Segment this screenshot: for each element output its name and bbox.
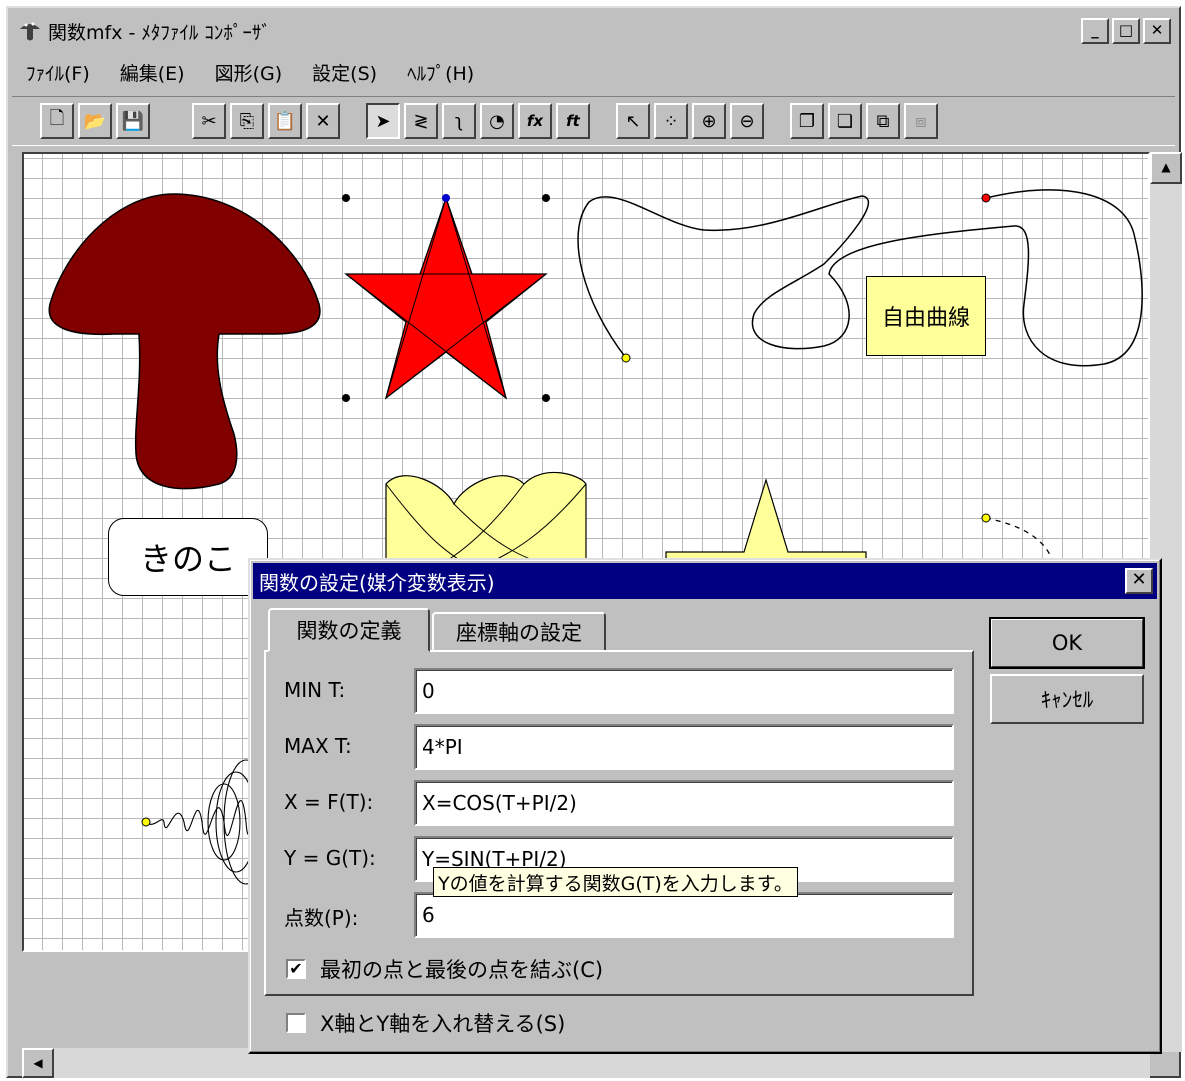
cancel-button[interactable]: ｷｬﾝｾﾙ bbox=[990, 674, 1144, 724]
open-icon: 📂 bbox=[83, 110, 107, 132]
free-curve-label-box[interactable]: 自由曲線 bbox=[866, 276, 986, 356]
star-shape[interactable] bbox=[344, 195, 548, 400]
swap-axes-checkbox[interactable]: X軸とY軸を入れ替える(S) bbox=[286, 1008, 565, 1038]
add-point-icon: ⊕ bbox=[701, 110, 717, 132]
paste-button[interactable]: 📋 bbox=[268, 103, 302, 139]
new-button[interactable]: 🗋 bbox=[40, 103, 74, 139]
function-ft-icon: ft bbox=[566, 112, 580, 130]
min-t-label: MIN T: bbox=[284, 678, 346, 702]
swap-axes-label: X軸とY軸を入れ替える(S) bbox=[320, 1012, 566, 1036]
ungroup-button: ⧈ bbox=[904, 103, 938, 139]
left-arrow-icon: ◀ bbox=[33, 1056, 43, 1070]
x-function-label: X = F(T): bbox=[284, 790, 374, 814]
move-point-icon: ↖ bbox=[625, 110, 641, 132]
scroll-up-button[interactable]: ▲ bbox=[1150, 152, 1182, 184]
function-settings-dialog: 関数の設定(媒介変数表示) ✕ 関数の定義 座標軸の設定 MIN T: MAX … bbox=[248, 558, 1162, 1054]
save-button[interactable]: 💾 bbox=[116, 103, 150, 139]
paste-icon: 📋 bbox=[273, 110, 297, 132]
cut-icon: ✂ bbox=[201, 110, 217, 132]
function-fx-icon: fx bbox=[526, 112, 544, 130]
bring-front-icon: ❐ bbox=[798, 110, 816, 132]
scroll-left-button[interactable]: ◀ bbox=[22, 1048, 54, 1078]
remove-point-button[interactable]: ⊖ bbox=[730, 103, 764, 139]
minimize-button[interactable]: _ bbox=[1081, 18, 1109, 44]
bring-front-button[interactable]: ❐ bbox=[790, 103, 824, 139]
group-icon: ⧉ bbox=[876, 110, 890, 132]
polyline-tool-button[interactable]: ≷ bbox=[404, 103, 438, 139]
new-icon: 🗋 bbox=[49, 108, 65, 129]
curve-icon: ʅ bbox=[454, 110, 464, 132]
menu-settings[interactable]: 設定(S) bbox=[312, 59, 377, 86]
save-icon: 💾 bbox=[121, 110, 145, 132]
dashed-curve-point[interactable] bbox=[981, 513, 991, 523]
dialog-title-bar[interactable]: 関数の設定(媒介変数表示) ✕ bbox=[253, 563, 1157, 599]
ungroup-icon: ⧈ bbox=[915, 110, 927, 132]
max-t-label: MAX T: bbox=[284, 734, 352, 758]
select-arrow-icon: ➤ bbox=[375, 110, 391, 132]
mushroom-shape[interactable] bbox=[48, 193, 321, 490]
connect-points-checkbox[interactable]: ✔ 最初の点と最後の点を結ぶ(C) bbox=[286, 954, 603, 984]
polyline-icon: ≷ bbox=[413, 110, 429, 132]
dialog-title: 関数の設定(媒介変数表示) bbox=[259, 570, 495, 595]
send-back-icon: ❏ bbox=[836, 110, 854, 132]
up-arrow-icon: ▲ bbox=[1161, 160, 1171, 174]
function-definition-panel: MIN T: MAX T: X = F(T): Y = G(T): 点数(P):… bbox=[264, 650, 974, 996]
group-button[interactable]: ⧉ bbox=[866, 103, 900, 139]
curve-tool-button[interactable]: ʅ bbox=[442, 103, 476, 139]
x-function-input[interactable] bbox=[414, 780, 954, 826]
send-back-button[interactable]: ❏ bbox=[828, 103, 862, 139]
tab-function-definition[interactable]: 関数の定義 bbox=[268, 608, 430, 652]
free-curve-shape[interactable] bbox=[577, 189, 1143, 367]
tab-axis-settings[interactable]: 座標軸の設定 bbox=[432, 612, 606, 652]
delete-icon: ✕ bbox=[315, 110, 331, 132]
y-function-label: Y = G(T): bbox=[284, 846, 376, 870]
select-points-icon: ⁘ bbox=[663, 110, 679, 132]
maximize-button[interactable]: □ bbox=[1112, 18, 1140, 44]
select-points-button[interactable]: ⁘ bbox=[654, 103, 688, 139]
cut-button[interactable]: ✂ bbox=[192, 103, 226, 139]
free-curve-start-point[interactable] bbox=[621, 353, 631, 363]
open-button[interactable]: 📂 bbox=[78, 103, 112, 139]
select-tool-button[interactable]: ➤ bbox=[366, 103, 400, 139]
delete-button[interactable]: ✕ bbox=[306, 103, 340, 139]
function-ft-button[interactable]: ft bbox=[556, 103, 590, 139]
app-mushroom-icon bbox=[20, 22, 40, 41]
menu-help[interactable]: ﾍﾙﾌﾟ(H) bbox=[407, 59, 474, 86]
dialog-close-button[interactable]: ✕ bbox=[1125, 568, 1153, 594]
title-bar[interactable]: 関数mfx - ﾒﾀﾌｧｲﾙ ｺﾝﾎﾟｰｻﾞ _ □ ✕ bbox=[12, 12, 1175, 50]
free-curve-end-point[interactable] bbox=[981, 193, 991, 203]
menu-bar: ﾌｧｲﾙ(F) 編集(E) 図形(G) 設定(S) ﾍﾙﾌﾟ(H) bbox=[12, 52, 1175, 92]
add-point-button[interactable]: ⊕ bbox=[692, 103, 726, 139]
menu-file[interactable]: ﾌｧｲﾙ(F) bbox=[26, 59, 90, 86]
function-fx-button[interactable]: fx bbox=[518, 103, 552, 139]
shape-tool-button[interactable]: ◔ bbox=[480, 103, 514, 139]
max-t-input[interactable] bbox=[414, 724, 954, 770]
remove-point-icon: ⊖ bbox=[739, 110, 755, 132]
min-t-input[interactable] bbox=[414, 668, 954, 714]
spiral-start-point[interactable] bbox=[141, 817, 151, 827]
swap-axes-check-box[interactable] bbox=[286, 1013, 306, 1033]
menu-edit[interactable]: 編集(E) bbox=[120, 59, 185, 86]
window-title: 関数mfx - ﾒﾀﾌｧｲﾙ ｺﾝﾎﾟｰｻﾞ bbox=[48, 21, 271, 44]
ok-button[interactable]: OK bbox=[989, 617, 1145, 669]
close-button[interactable]: ✕ bbox=[1143, 18, 1171, 44]
menu-shape[interactable]: 図形(G) bbox=[215, 59, 283, 86]
connect-points-check-icon[interactable]: ✔ bbox=[286, 959, 306, 979]
shape-icon: ◔ bbox=[489, 110, 505, 132]
connect-points-label: 最初の点と最後の点を結ぶ(C) bbox=[320, 958, 604, 982]
kinoko-label-box[interactable]: きのこ bbox=[108, 518, 268, 596]
point-count-label: 点数(P): bbox=[284, 906, 359, 930]
point-count-input[interactable] bbox=[414, 892, 954, 938]
toolbar: 🗋 📂 💾 ✂ ⎘ 📋 ✕ ➤ ≷ ʅ ◔ fx ft ↖ ⁘ ⊕ ⊖ ❐ ❏ … bbox=[12, 96, 1175, 146]
y-function-tooltip: Yの値を計算する関数G(T)を入力します。 bbox=[433, 867, 798, 897]
copy-icon: ⎘ bbox=[239, 110, 255, 132]
copy-button[interactable]: ⎘ bbox=[230, 103, 264, 139]
move-point-button[interactable]: ↖ bbox=[616, 103, 650, 139]
